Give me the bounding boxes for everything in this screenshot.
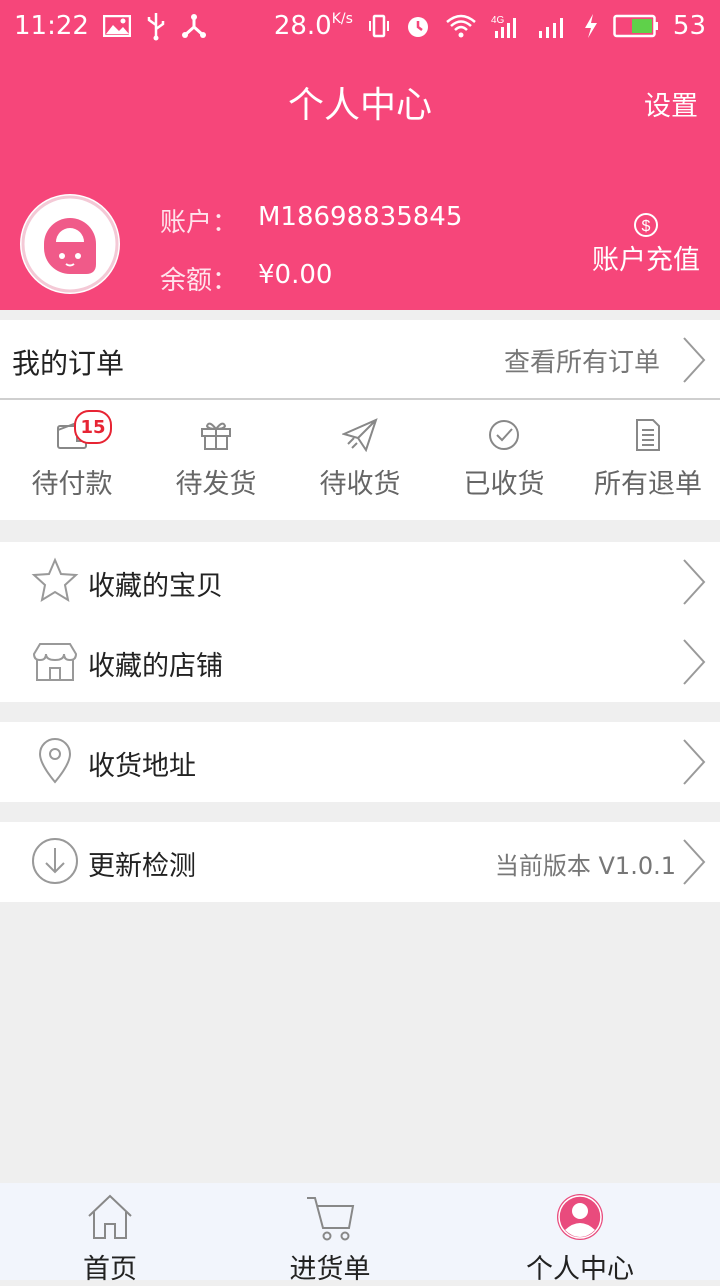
order-status-pending-receipt[interactable]: 待收货	[288, 400, 432, 520]
chevron-right-icon	[683, 839, 706, 885]
orders-title: 我的订单	[12, 347, 125, 380]
wifi-icon	[445, 13, 477, 39]
share-icon	[181, 14, 207, 38]
update-section: 更新检测 当前版本 V1.0.1	[0, 822, 720, 902]
svg-text:$: $	[642, 218, 651, 235]
balance-label: 余额：	[160, 266, 239, 296]
tab-profile-label: 个人中心	[526, 1254, 634, 1285]
chevron-right-icon	[683, 639, 706, 685]
store-icon	[32, 643, 78, 681]
tab-home[interactable]: 首页	[0, 1183, 220, 1285]
current-version: 当前版本 V1.0.1	[494, 852, 676, 880]
order-status-bar: 15 待付款 待发货 待收货 已收货 所有退单	[0, 400, 720, 520]
location-pin-icon	[38, 738, 72, 784]
user-icon	[440, 1189, 720, 1245]
alarm-icon	[405, 13, 431, 39]
order-status-label: 已收货	[463, 469, 545, 500]
network-speed: 28.0K/s	[273, 11, 353, 41]
orders-header[interactable]: 我的订单 查看所有订单	[0, 320, 720, 400]
paper-plane-icon	[288, 418, 432, 454]
download-circle-icon	[32, 838, 78, 884]
favorites-section: 收藏的宝贝 收藏的店铺	[0, 542, 720, 702]
recharge-label: 账户充值	[592, 245, 700, 276]
document-icon	[576, 418, 720, 454]
profile-header: 个人中心 设置 账户： M18698835845 余额： ¥0.00 $ 账户充…	[0, 52, 720, 310]
gift-icon	[144, 418, 288, 454]
account-label: 账户：	[160, 208, 239, 238]
favorite-stores-label: 收藏的店铺	[88, 651, 223, 682]
order-status-label: 待付款	[31, 469, 113, 500]
favorite-items-row[interactable]: 收藏的宝贝	[0, 542, 720, 622]
balance-row: 余额： ¥0.00	[160, 260, 332, 297]
tab-home-label: 首页	[83, 1254, 137, 1285]
cart-icon	[220, 1189, 440, 1245]
order-status-received[interactable]: 已收货	[432, 400, 576, 520]
signal-4g-icon: 4G	[491, 13, 523, 39]
usb-icon	[145, 11, 167, 41]
order-status-label: 所有退单	[594, 469, 702, 500]
settings-button[interactable]: 设置	[644, 84, 698, 123]
address-section: 收货地址	[0, 722, 720, 802]
home-icon	[0, 1189, 220, 1245]
order-status-pending-shipment[interactable]: 待发货	[144, 400, 288, 520]
battery-level: 53	[672, 11, 706, 41]
star-icon	[31, 557, 79, 603]
account-value: M18698835845	[258, 202, 463, 232]
signal-icon	[537, 13, 569, 39]
vibrate-icon	[367, 13, 391, 39]
shipping-address-label: 收货地址	[88, 751, 196, 782]
chevron-right-icon	[683, 559, 706, 605]
gallery-icon	[102, 15, 131, 37]
bottom-tab-bar: 首页 进货单 个人中心	[0, 1183, 720, 1285]
status-bar: 11:22 28.0K/s 4G 53	[0, 0, 720, 52]
tab-profile[interactable]: 个人中心	[440, 1183, 720, 1285]
check-update-label: 更新检测	[88, 851, 196, 882]
chevron-right-icon	[683, 337, 706, 383]
account-row: 账户： M18698835845	[160, 202, 462, 239]
avatar[interactable]	[20, 194, 120, 294]
unread-badge: 15	[74, 410, 112, 444]
orders-section: 我的订单 查看所有订单 15 待付款 待发货 待收货 已收货 所有退单	[0, 320, 720, 520]
svg-text:4G: 4G	[491, 15, 505, 26]
order-status-pending-payment[interactable]: 15 待付款	[0, 400, 144, 520]
favorite-items-label: 收藏的宝贝	[88, 571, 223, 602]
balance-value: ¥0.00	[258, 260, 333, 290]
battery-icon	[613, 14, 659, 38]
page-title: 个人中心	[287, 85, 432, 126]
charging-icon	[583, 13, 599, 39]
wallet-icon	[0, 418, 144, 454]
check-update-row[interactable]: 更新检测 当前版本 V1.0.1	[0, 822, 720, 902]
tab-cart-label: 进货单	[289, 1254, 371, 1285]
chevron-right-icon	[683, 739, 706, 785]
order-status-label: 待发货	[175, 469, 257, 500]
tab-cart[interactable]: 进货单	[220, 1183, 440, 1285]
status-time: 11:22	[14, 11, 89, 41]
favorite-stores-row[interactable]: 收藏的店铺	[0, 622, 720, 702]
view-all-orders-link[interactable]: 查看所有订单	[504, 342, 660, 379]
order-status-label: 待收货	[319, 469, 401, 500]
app-logo-icon	[21, 195, 119, 293]
recharge-button[interactable]: $ 账户充值	[592, 212, 700, 277]
dollar-coin-icon: $	[592, 212, 700, 238]
check-circle-icon	[432, 418, 576, 454]
shipping-address-row[interactable]: 收货地址	[0, 722, 720, 802]
order-status-all-returns[interactable]: 所有退单	[576, 400, 720, 520]
